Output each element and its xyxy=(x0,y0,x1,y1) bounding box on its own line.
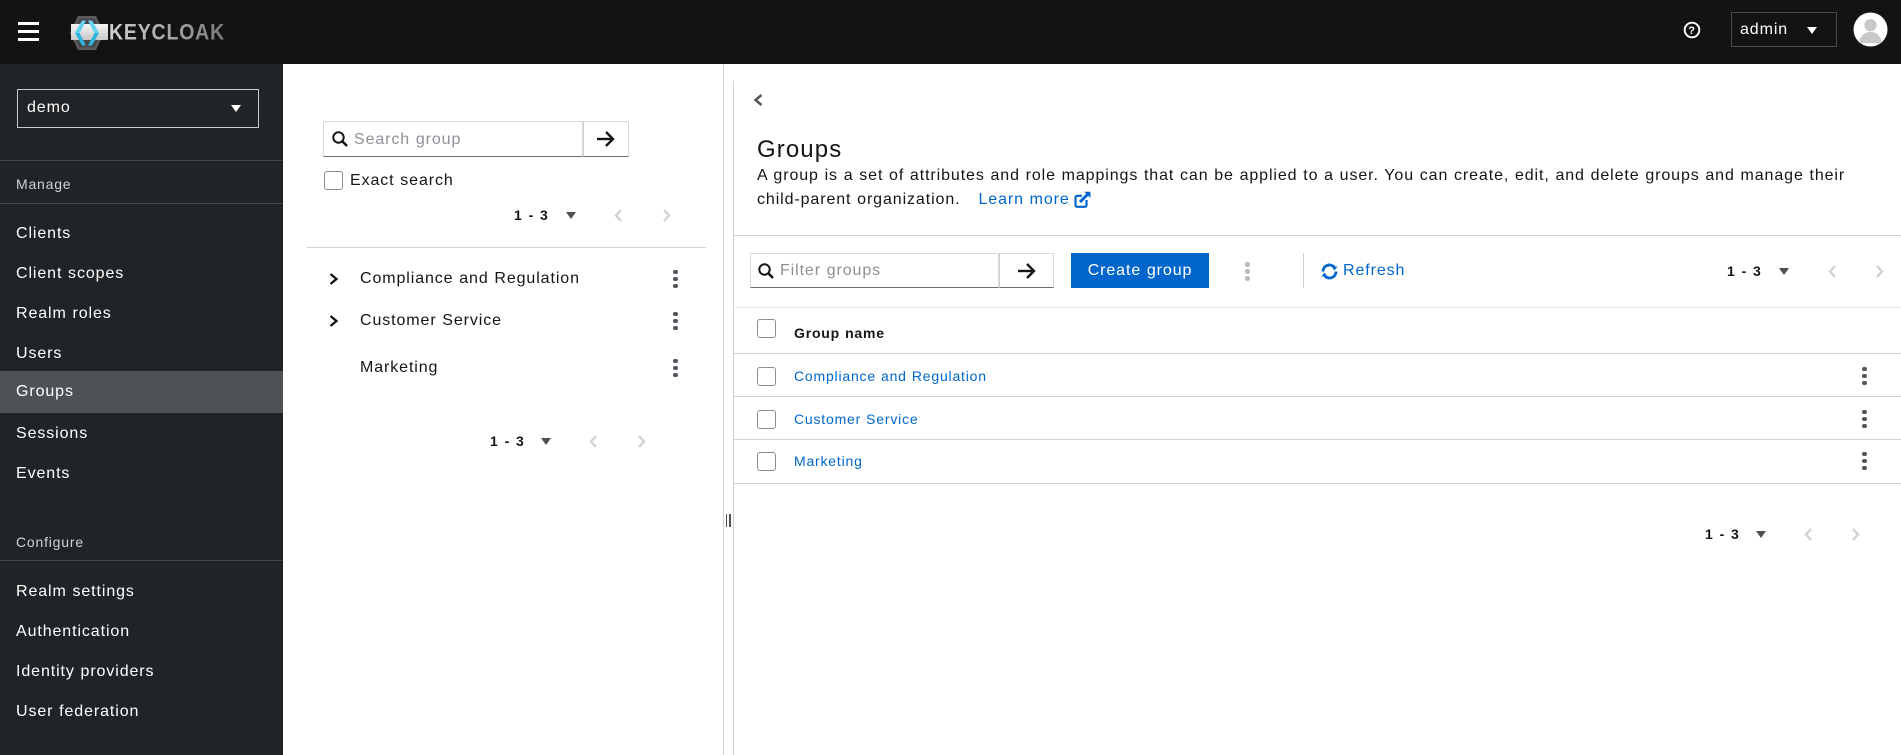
svg-text:KEYCLOAK: KEYCLOAK xyxy=(109,20,225,45)
svg-text:?: ? xyxy=(1688,25,1696,37)
